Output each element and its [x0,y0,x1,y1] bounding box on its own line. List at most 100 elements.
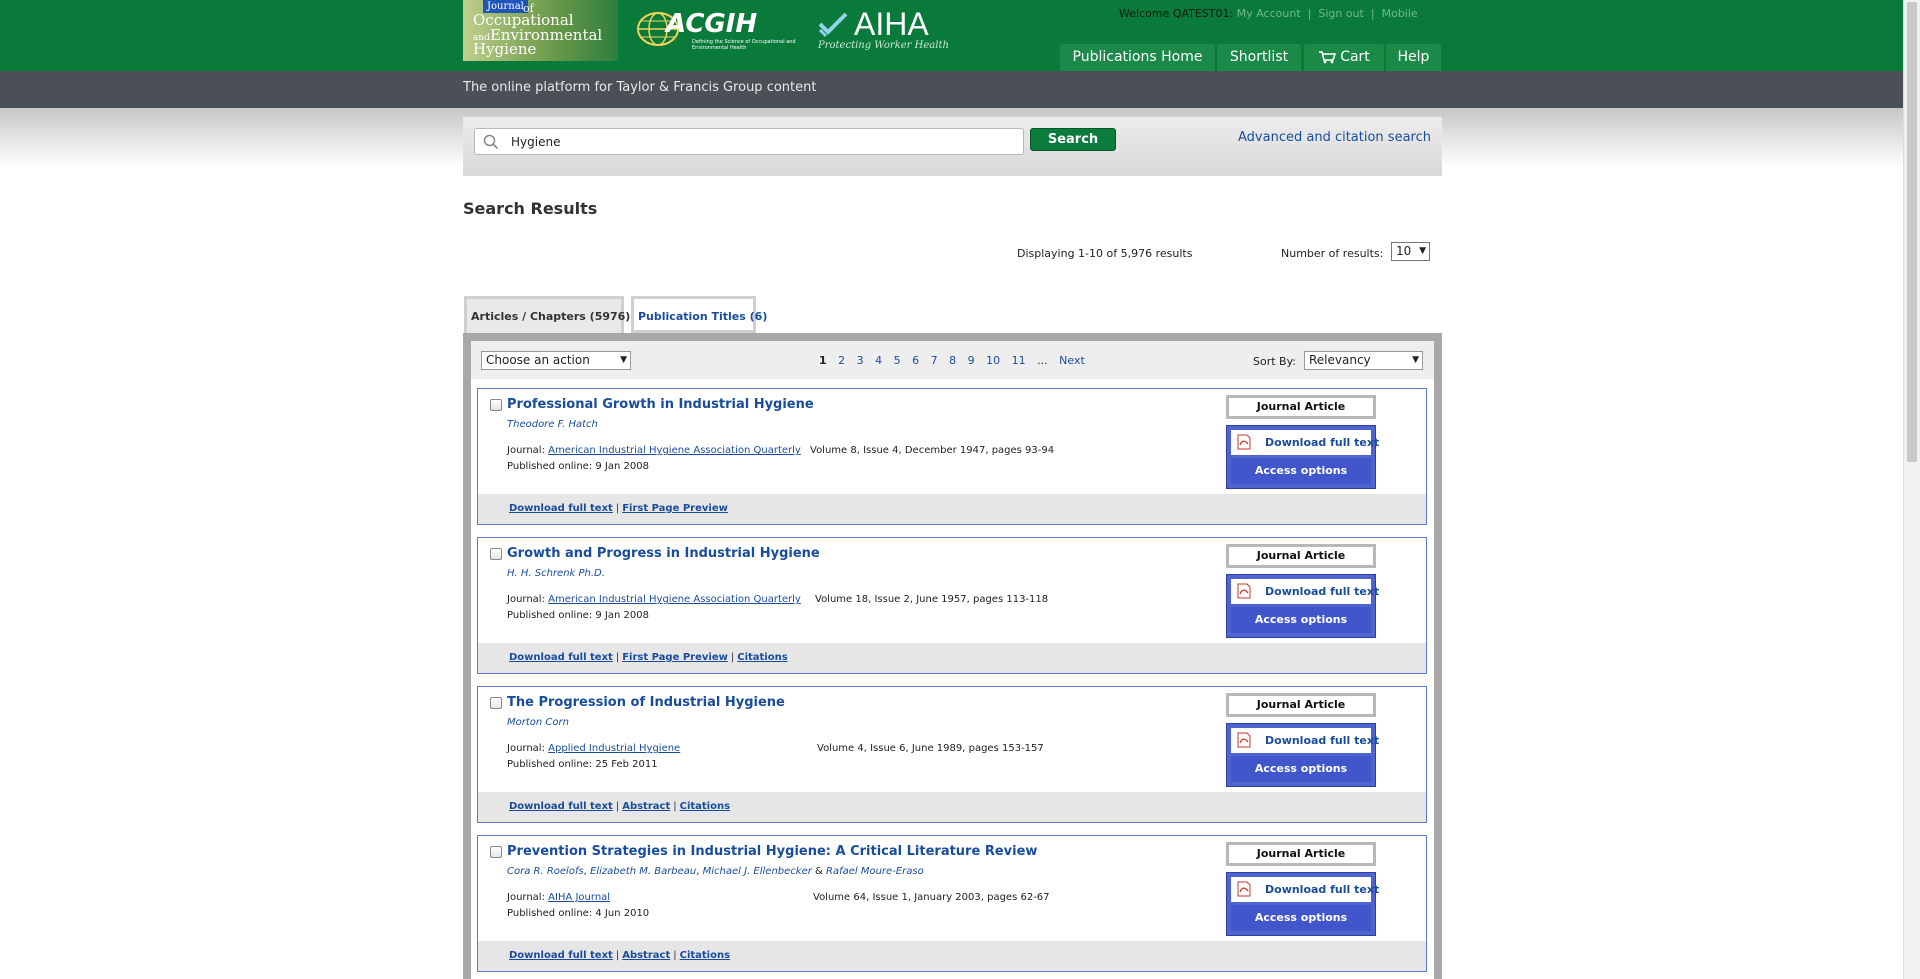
journal-link[interactable]: AIHA Journal [548,892,610,903]
access-options-button[interactable]: Access options [1231,607,1371,633]
author-link[interactable]: Elizabeth M. Barbeau [590,866,696,877]
aiha-logo-name: AIHA [854,6,929,42]
result-authors: Morton Corn [507,717,569,728]
abstract-link[interactable]: Abstract [622,950,670,961]
download-label: Download full text [1265,883,1380,896]
citations-link[interactable]: Citations [680,801,730,812]
separator: | [615,503,620,514]
result-title[interactable]: Professional Growth in Industrial Hygien… [507,397,814,412]
page-link[interactable]: 9 [968,354,975,367]
page-link[interactable]: 5 [894,354,901,367]
joeh-logo[interactable]: Journal of Occupational andEnvironmental… [463,0,618,61]
page-link[interactable]: 8 [949,354,956,367]
access-options-button[interactable]: Access options [1231,458,1371,484]
author-link[interactable]: Morton Corn [507,717,569,728]
result-authors: Cora R. Roelofs, Elizabeth M. Barbeau, M… [507,866,924,877]
sign-out-link[interactable]: Sign out [1318,7,1364,20]
sort-select[interactable]: Relevancy ▼ [1304,351,1423,370]
result-footer: Download full text | Abstract | Citations [478,792,1426,822]
journal-label: Journal: [507,743,545,754]
download-full-text-button[interactable]: Download full text [1231,430,1379,455]
author-link[interactable]: Rafael Moure-Eraso [826,866,924,877]
action-select-value: Choose an action [486,353,590,367]
tab-publication-titles[interactable]: Publication Titles (6) [631,296,767,333]
page-link[interactable]: 7 [931,354,938,367]
number-of-results-label: Number of results: [1281,247,1384,260]
scrollbar-thumb[interactable] [1907,2,1917,462]
download-full-text-link[interactable]: Download full text [509,950,613,961]
separator: | [673,801,677,812]
journal-link[interactable]: American Industrial Hygiene Association … [548,594,801,605]
result-title[interactable]: Growth and Progress in Industrial Hygien… [507,546,820,561]
action-select[interactable]: Choose an action ▼ [481,351,631,370]
result-footer: Download full text | First Page Preview [478,494,1426,524]
search-field[interactable] [474,128,1024,155]
abstract-link[interactable]: Abstract [622,801,670,812]
access-options-button[interactable]: Access options [1231,756,1371,782]
acgih-logo-tagline: Defining the Science of Occupational and… [692,39,796,51]
search-input[interactable] [511,132,1011,151]
result-item: Prevention Strategies in Industrial Hygi… [477,835,1427,972]
nav-cart[interactable]: Cart [1304,44,1384,71]
page-link[interactable]: 10 [986,354,1000,367]
download-full-text-button[interactable]: Download full text [1231,579,1379,604]
nav-help[interactable]: Help [1386,44,1441,71]
citations-link[interactable]: Citations [680,950,730,961]
result-checkbox[interactable] [490,399,502,411]
access-box: Download full text Access options [1226,574,1379,638]
author-link[interactable]: Cora R. Roelofs [507,866,584,877]
page-link[interactable]: 2 [838,354,845,367]
mobile-link[interactable]: Mobile [1382,7,1418,20]
download-full-text-button[interactable]: Download full text [1231,877,1379,902]
journal-label: Journal: [507,594,545,605]
result-checkbox[interactable] [490,548,502,560]
download-full-text-link[interactable]: Download full text [509,801,613,812]
number-of-results-select[interactable]: 10 ▼ [1391,242,1430,261]
page-link[interactable]: 11 [1012,354,1026,367]
result-published: Published online: 4 Jun 2010 [507,908,650,919]
result-published: Published online: 9 Jan 2008 [507,610,649,621]
download-full-text-button[interactable]: Download full text [1231,728,1379,753]
access-options-button[interactable]: Access options [1231,905,1371,931]
citations-link[interactable]: Citations [737,652,787,663]
page-next[interactable]: Next [1059,354,1085,367]
page-link[interactable]: 3 [857,354,864,367]
article-type-badge: Journal Article [1226,395,1376,419]
aiha-logo[interactable]: AIHA Protecting Worker Health [814,6,949,56]
advanced-search-link[interactable]: Advanced and citation search [1238,130,1431,145]
page-current: 1 [819,354,827,367]
download-full-text-link[interactable]: Download full text [509,503,613,514]
result-journal: Journal: American Industrial Hygiene Ass… [507,594,801,605]
first-page-preview-link[interactable]: First Page Preview [622,652,728,663]
result-journal: Journal: AIHA Journal [507,892,610,903]
author-link[interactable]: Michael J. Ellenbecker [703,866,812,877]
sort-by-label: Sort By: [1253,355,1297,368]
top-header-bar [0,0,1903,71]
author-link[interactable]: Theodore F. Hatch [507,419,598,430]
separator: | [615,801,620,812]
page-link[interactable]: 4 [875,354,882,367]
my-account-link[interactable]: My Account [1237,7,1301,20]
pdf-icon [1237,881,1251,897]
separator: | [615,950,620,961]
result-title[interactable]: The Progression of Industrial Hygiene [507,695,785,710]
tab-articles-chapters[interactable]: Articles / Chapters (5976) [464,296,630,333]
author-link[interactable]: H. H. Schrenk Ph.D. [507,568,605,579]
result-checkbox[interactable] [490,846,502,858]
search-button[interactable]: Search [1030,128,1116,151]
download-full-text-link[interactable]: Download full text [509,652,613,663]
result-checkbox[interactable] [490,697,502,709]
nav-publications-home[interactable]: Publications Home [1060,44,1215,71]
journal-link[interactable]: Applied Industrial Hygiene [548,743,680,754]
result-title[interactable]: Prevention Strategies in Industrial Hygi… [507,844,1037,859]
result-links: Download full text | Abstract | Citations [509,801,730,812]
nav-shortlist[interactable]: Shortlist [1217,44,1301,71]
nav-cart-label: Cart [1340,49,1370,65]
journal-label: Journal: [507,445,545,456]
user-bar: Welcome QATEST01: My Account | Sign out | Mo… [1119,7,1418,20]
page-link[interactable]: 6 [912,354,919,367]
journal-link[interactable]: American Industrial Hygiene Association … [548,445,801,456]
acgih-logo[interactable]: ACGIH Defining the Science of Occupation… [636,7,806,53]
vertical-scrollbar[interactable] [1903,0,1920,979]
first-page-preview-link[interactable]: First Page Preview [622,503,728,514]
